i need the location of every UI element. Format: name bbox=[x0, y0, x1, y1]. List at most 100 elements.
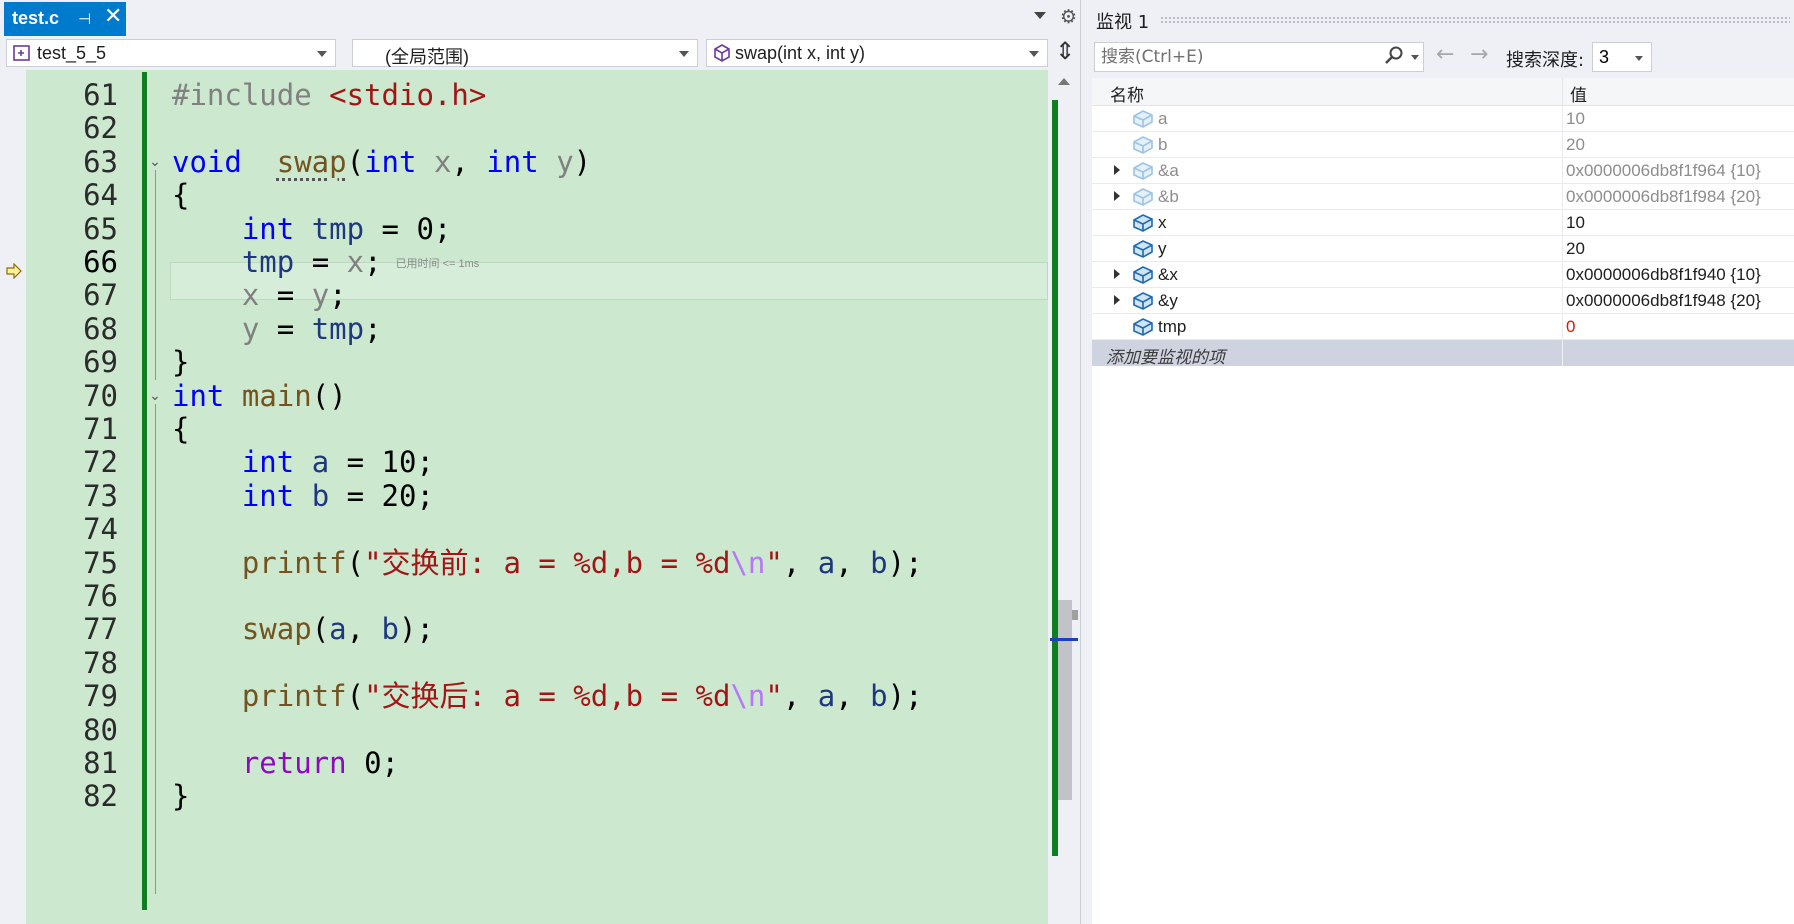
expand-arrow-icon[interactable] bbox=[1114, 269, 1120, 279]
gear-icon[interactable]: ⚙ bbox=[1060, 6, 1077, 28]
line-number: 72 bbox=[83, 445, 118, 480]
code-line[interactable]: void swap(int x, int y) bbox=[172, 143, 1047, 181]
watch-variable-name[interactable]: &b bbox=[1158, 187, 1179, 207]
code-line[interactable]: printf("交换后: a = %d,b = %d\n", a, b); bbox=[172, 677, 1047, 715]
code-line[interactable]: } bbox=[172, 777, 1047, 815]
arrow-right-icon[interactable]: → bbox=[1470, 42, 1488, 67]
line-number: 66 bbox=[83, 245, 118, 279]
code-token: return bbox=[241, 746, 347, 780]
watch-variable-name[interactable]: tmp bbox=[1158, 317, 1186, 337]
watch-variable-value[interactable]: 0x0000006db8f1f948 {20} bbox=[1566, 291, 1761, 311]
search-icon[interactable] bbox=[1383, 45, 1405, 67]
code-line[interactable] bbox=[172, 510, 1047, 548]
code-line[interactable]: return 0; bbox=[172, 744, 1047, 782]
watch-title-bar[interactable]: 监视 1 bbox=[1092, 0, 1794, 38]
watch-row[interactable]: &b 0x0000006db8f1f984 {20} bbox=[1092, 184, 1794, 210]
fold-toggle-icon[interactable]: ⌄ bbox=[148, 377, 162, 415]
code-line[interactable]: } bbox=[172, 343, 1047, 381]
code-line[interactable] bbox=[172, 577, 1047, 615]
code-token: int bbox=[172, 378, 225, 413]
column-separator bbox=[1562, 158, 1563, 184]
tab-list-dropdown-icon[interactable] bbox=[1034, 12, 1046, 19]
watch-variable-name[interactable]: &x bbox=[1158, 265, 1178, 285]
code-line[interactable]: #include <stdio.h> bbox=[172, 76, 1047, 114]
watch-row[interactable]: &x 0x0000006db8f1f940 {10} bbox=[1092, 262, 1794, 288]
code-line[interactable]: { bbox=[172, 410, 1047, 448]
code-line[interactable]: tmp = x; 已用时间 <= 1ms bbox=[172, 243, 1047, 281]
code-token: b bbox=[870, 545, 888, 580]
watch-variable-name[interactable]: a bbox=[1158, 109, 1167, 129]
grid-header: 名称 值 bbox=[1092, 78, 1794, 106]
watch-row[interactable]: tmp 0 bbox=[1092, 314, 1794, 340]
chevron-down-icon bbox=[317, 51, 327, 57]
project-combo[interactable]: test_5_5 bbox=[6, 39, 336, 67]
column-header-value[interactable]: 值 bbox=[1570, 81, 1587, 106]
editor-pane: test.c ⊣ ✕ ⚙ test_5_5 (全局范围) swap(int x,… bbox=[0, 0, 1083, 924]
perf-tip[interactable]: 已用时间 <= 1ms bbox=[396, 258, 480, 270]
code-line[interactable]: int b = 20; bbox=[172, 477, 1047, 515]
code-line[interactable]: int a = 10; bbox=[172, 443, 1047, 481]
function-combo[interactable]: swap(int x, int y) bbox=[706, 39, 1048, 67]
watch-row[interactable]: &a 0x0000006db8f1f964 {10} bbox=[1092, 158, 1794, 184]
expand-arrow-icon[interactable] bbox=[1114, 191, 1120, 201]
watch-variable-value[interactable]: 0x0000006db8f1f984 {20} bbox=[1566, 187, 1761, 207]
watch-variable-name[interactable]: &a bbox=[1158, 161, 1179, 181]
code-line[interactable]: x = y; bbox=[172, 276, 1047, 314]
code-line[interactable]: printf("交换前: a = %d,b = %d\n", a, b); bbox=[172, 544, 1047, 582]
scope-combo[interactable]: (全局范围) bbox=[352, 39, 698, 67]
watch-variable-name[interactable]: &y bbox=[1158, 291, 1178, 311]
column-separator bbox=[1562, 236, 1563, 262]
pin-icon[interactable]: ⊣ bbox=[78, 10, 91, 28]
indicator-margin[interactable] bbox=[0, 70, 26, 924]
split-window-icon[interactable]: ⇕ bbox=[1054, 38, 1076, 66]
add-watch-item-label: 添加要监视的项 bbox=[1106, 348, 1225, 368]
drag-grip[interactable] bbox=[1160, 16, 1790, 24]
fold-guide bbox=[155, 404, 156, 894]
watch-variable-value[interactable]: 0x0000006db8f1f964 {10} bbox=[1566, 161, 1761, 181]
watch-row[interactable]: y 20 bbox=[1092, 236, 1794, 262]
watch-variable-value[interactable]: 0 bbox=[1566, 317, 1575, 337]
scrollbar-thumb[interactable] bbox=[1058, 600, 1072, 800]
watch-row[interactable]: x 10 bbox=[1092, 210, 1794, 236]
search-input[interactable] bbox=[1101, 46, 1361, 68]
watch-variable-value[interactable]: 0x0000006db8f1f940 {10} bbox=[1566, 265, 1761, 285]
watch-variable-value[interactable]: 20 bbox=[1566, 135, 1585, 155]
expand-arrow-icon[interactable] bbox=[1114, 165, 1120, 175]
watch-grid[interactable]: 名称 值 a 10 b 20 &a 0x0000006db8f1f964 {10} &b 0x… bbox=[1092, 78, 1794, 924]
watch-row[interactable]: a 10 bbox=[1092, 106, 1794, 132]
expand-arrow-icon[interactable] bbox=[1114, 295, 1120, 305]
code-line[interactable]: int main() bbox=[172, 377, 1047, 415]
watch-variable-value[interactable]: 20 bbox=[1566, 239, 1585, 259]
column-header-name[interactable]: 名称 bbox=[1110, 81, 1144, 106]
code-line[interactable] bbox=[172, 711, 1047, 749]
chevron-down-icon[interactable] bbox=[1411, 55, 1419, 60]
arrow-left-icon[interactable]: ← bbox=[1436, 42, 1454, 67]
watch-variable-value[interactable]: 10 bbox=[1566, 213, 1585, 233]
scroll-up-icon[interactable] bbox=[1058, 78, 1070, 85]
code-line[interactable]: int tmp = 0; bbox=[172, 210, 1047, 248]
code-editor[interactable]: 61 #include <stdio.h> 62 63 ⌄ void swap(int x… bbox=[0, 70, 1080, 924]
watch-row[interactable]: b 20 bbox=[1092, 132, 1794, 158]
pane-splitter[interactable] bbox=[1080, 0, 1092, 924]
watch-variable-name[interactable]: y bbox=[1158, 239, 1167, 259]
code-line[interactable]: swap(a, b); bbox=[172, 610, 1047, 648]
editor-vertical-scrollbar[interactable] bbox=[1048, 70, 1080, 924]
watch-row[interactable]: &y 0x0000006db8f1f948 {20} bbox=[1092, 288, 1794, 314]
search-box[interactable] bbox=[1094, 42, 1424, 72]
column-separator[interactable] bbox=[1562, 78, 1563, 106]
add-watch-item-row[interactable]: 添加要监视的项 bbox=[1092, 340, 1794, 368]
tab-test-c[interactable]: test.c ⊣ ✕ bbox=[4, 2, 126, 36]
watch-variable-name[interactable]: b bbox=[1158, 135, 1167, 155]
line-number: 61 bbox=[83, 78, 118, 112]
code-line[interactable] bbox=[172, 644, 1047, 682]
search-depth-select[interactable]: 3 bbox=[1592, 42, 1652, 72]
watch-variable-name[interactable]: x bbox=[1158, 213, 1167, 233]
close-icon[interactable]: ✕ bbox=[104, 6, 122, 28]
code-line[interactable]: { bbox=[172, 176, 1047, 214]
document-tabbar: test.c ⊣ ✕ ⚙ bbox=[0, 0, 1083, 36]
code-line[interactable] bbox=[172, 109, 1047, 147]
fold-toggle-icon[interactable]: ⌄ bbox=[148, 143, 162, 181]
watch-variable-value[interactable]: 10 bbox=[1566, 109, 1585, 129]
code-line[interactable]: y = tmp; bbox=[172, 310, 1047, 348]
column-separator bbox=[1562, 210, 1563, 236]
